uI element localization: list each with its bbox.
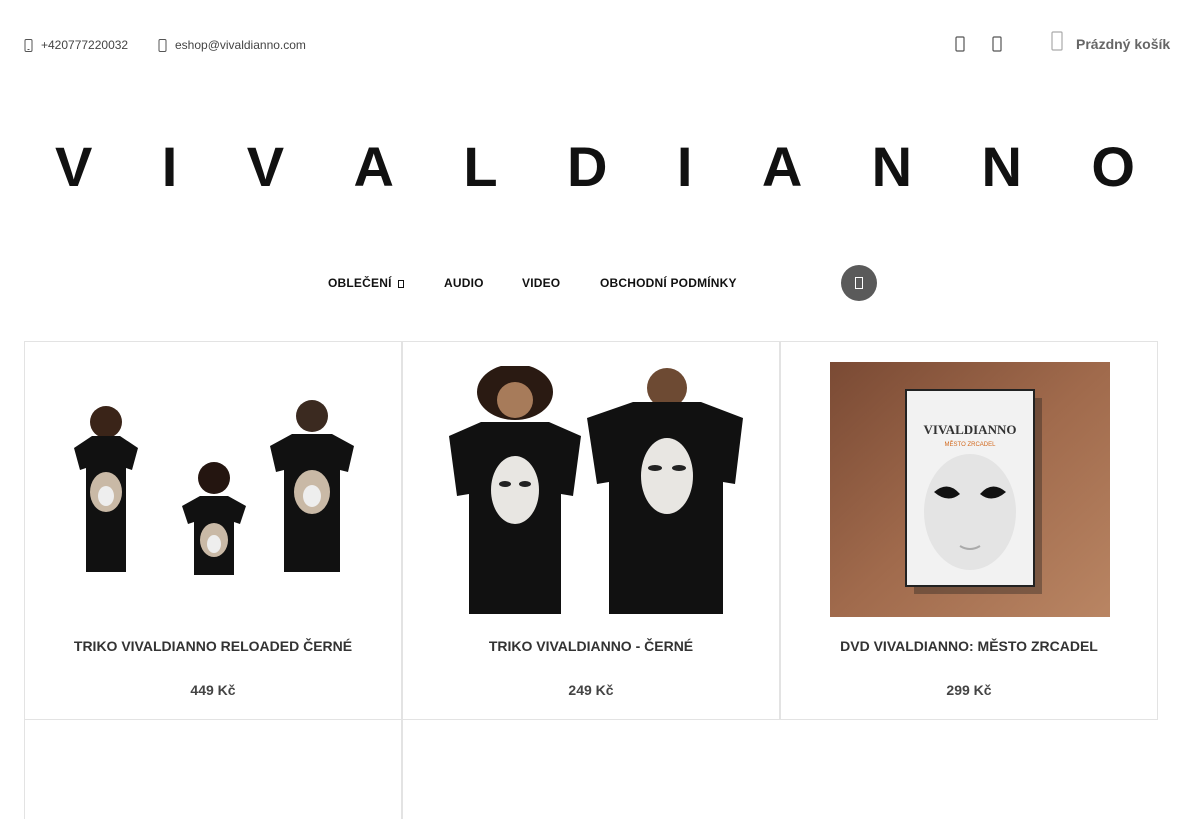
logo-letter: A [353,135,394,198]
product-card[interactable]: TRIKO VIVALDIANNO RELOADED ČERNÉ 449 Kč [24,341,402,720]
nav-item-obleceni[interactable]: OBLEČENÍ [328,276,404,290]
product-image[interactable] [423,362,761,617]
nav-item-audio[interactable]: AUDIO [444,276,484,290]
cart[interactable]: Prázdný košík [1050,30,1170,52]
dvd-cover-subtitle: MĚSTO ZRCADEL [945,440,997,448]
product-card[interactable]: VIVALDIANNO MĚSTO ZRCADEL DVD VIVALDIANN… [780,341,1158,720]
email-address[interactable]: eshop@vivaldianno.com [175,38,306,52]
logo-letter: N [871,135,913,198]
phone-number[interactable]: +420777220032 [41,38,128,52]
nav-item-label: OBLEČENÍ [328,276,392,290]
logo-letter: N [981,135,1022,198]
logo-letter: O [1091,135,1135,198]
site-logo[interactable]: V I V A L D I A N N O [55,135,1135,198]
product-price: 249 Kč [568,682,614,698]
heart-icon[interactable] [992,36,1002,52]
product-name[interactable]: TRIKO VIVALDIANNO RELOADED ČERNÉ [25,638,401,654]
cart-icon [1051,31,1063,51]
logo-letter: V [246,135,285,198]
user-icon[interactable] [955,36,965,52]
tshirt-family-photo [54,399,374,580]
top-bar: +420777220032 eshop@vivaldianno.com Práz… [0,0,1200,90]
logo-letter: A [761,135,803,198]
nav-item-video[interactable]: VIDEO [522,276,560,290]
phone-contact[interactable]: +420777220032 [24,38,128,52]
main-navigation: OBLEČENÍ AUDIO VIDEO OBCHODNÍ PODMÍNKY [0,265,1200,301]
dvd-cover-title: VIVALDIANNO [924,422,1017,437]
nav-item-obchodni-podminky[interactable]: OBCHODNÍ PODMÍNKY [600,276,737,290]
dvd-photo: VIVALDIANNO MĚSTO ZRCADEL [830,362,1110,617]
logo-letter: L [463,135,498,198]
product-card-placeholder [24,719,402,819]
search-icon [855,277,863,289]
search-button[interactable] [841,265,877,301]
product-name[interactable]: DVD VIVALDIANNO: MĚSTO ZRCADEL [781,638,1157,654]
grid-divider [402,719,403,819]
logo-letter: D [566,135,608,198]
product-price: 299 Kč [946,682,992,698]
logo-letter: V [55,135,93,198]
email-icon [158,38,167,52]
product-card[interactable]: TRIKO VIVALDIANNO - ČERNÉ 249 Kč [402,341,780,720]
product-price: 449 Kč [190,682,236,698]
product-name[interactable]: TRIKO VIVALDIANNO - ČERNÉ [403,638,779,654]
logo-letter: I [676,135,693,198]
tshirt-couple-photo [437,365,747,614]
product-image[interactable] [45,362,383,617]
cart-label[interactable]: Prázdný košík [1076,36,1170,52]
phone-icon [24,38,33,52]
logo-letter: I [161,135,178,198]
chevron-down-icon [397,279,404,288]
email-contact[interactable]: eshop@vivaldianno.com [158,38,306,52]
product-image[interactable]: VIVALDIANNO MĚSTO ZRCADEL [801,362,1139,617]
